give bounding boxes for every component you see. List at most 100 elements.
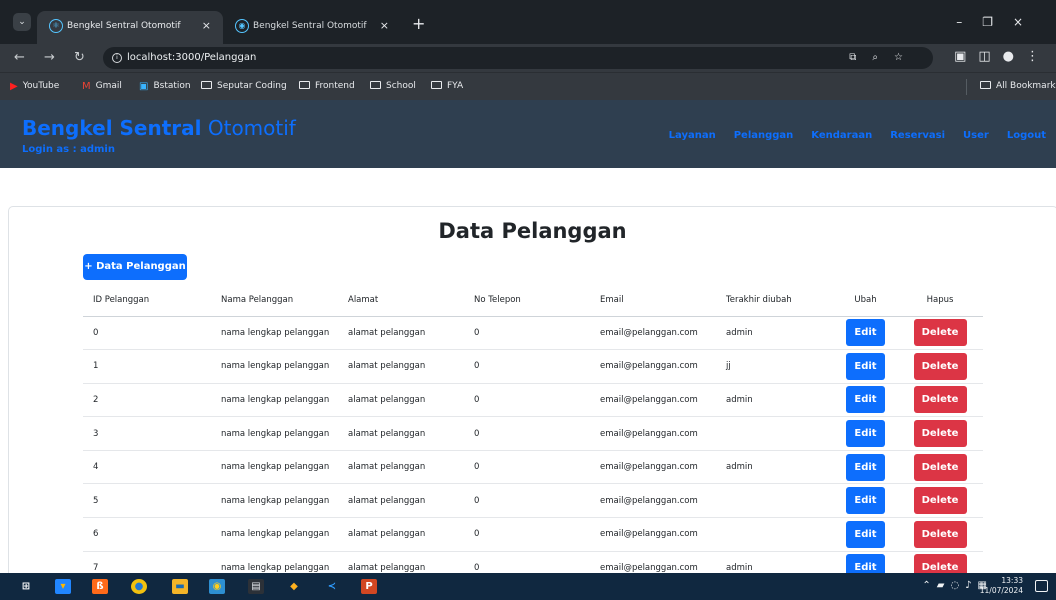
delete-button[interactable]: Delete	[913, 520, 967, 548]
bookmark-bstation[interactable]: ▣ Bstation	[139, 81, 191, 92]
windows-start-icon[interactable]: ⊞	[18, 579, 34, 594]
edit-cell: Edit	[834, 517, 897, 552]
header-email: Email	[590, 285, 716, 317]
site-info-icon[interactable]: i	[112, 53, 122, 63]
delete-cell: Delete	[897, 316, 983, 351]
vscode-icon[interactable]: ≺	[324, 579, 340, 594]
delete-cell: Delete	[897, 483, 983, 519]
customer-email: email@pelanggan.com	[590, 450, 716, 485]
edit-button[interactable]: Edit	[846, 352, 885, 380]
edit-cell: Edit	[834, 450, 897, 485]
chrome-active-icon[interactable]: ◉	[209, 579, 225, 594]
folder-icon	[201, 81, 212, 89]
table-row: 0 nama lengkap pelanggan alamat pelanggan 0…	[83, 316, 983, 351]
customer-name: nama lengkap pelanggan	[211, 349, 338, 384]
add-customer-button[interactable]: + Data Pelanggan	[83, 254, 187, 280]
browser-tab[interactable]: ◉ Bengkel Sentral Otomotif ×	[223, 11, 401, 44]
table-row: 7 nama lengkap pelanggan alamat pelanggan 0…	[83, 551, 983, 573]
git-icon[interactable]: ◆	[286, 579, 302, 594]
table-header-row: ID Pelanggan Nama Pelanggan Alamat No Te…	[83, 285, 983, 317]
url-text: localhost:3000/Pelanggan	[127, 52, 257, 63]
bookmark-frontend[interactable]: Frontend	[299, 81, 355, 91]
edit-cell: Edit	[834, 551, 897, 573]
bookmark-gmail[interactable]: M Gmail	[82, 81, 122, 92]
customer-table-wrapper: ID Pelanggan Nama Pelanggan Alamat No Te…	[83, 285, 983, 573]
clock[interactable]: 13:33 11/07/2024	[980, 576, 1023, 596]
edit-button[interactable]: Edit	[846, 319, 885, 347]
table-row: 6 nama lengkap pelanggan alamat pelanggan 0…	[83, 517, 983, 552]
close-tab-icon[interactable]: ×	[380, 19, 389, 32]
terminal-icon[interactable]: ▤	[248, 579, 264, 594]
nav-layanan[interactable]: Layanan	[669, 130, 716, 141]
delete-button[interactable]: Delete	[913, 319, 967, 347]
nav-kendaraan[interactable]: Kendaraan	[811, 130, 872, 141]
folder-icon	[299, 81, 310, 89]
reload-icon[interactable]: ↻	[74, 50, 85, 65]
customer-email: email@pelanggan.com	[590, 551, 716, 573]
customer-email: email@pelanggan.com	[590, 349, 716, 384]
customer-phone: 0	[464, 450, 590, 485]
customer-address: alamat pelanggan	[338, 483, 464, 519]
customer-name: nama lengkap pelanggan	[211, 483, 338, 519]
nav-user[interactable]: User	[963, 130, 989, 141]
address-bar-action-icons[interactable]: ⧉⌕☆	[849, 47, 919, 69]
bookmark-school[interactable]: School	[370, 81, 416, 91]
header-phone: No Telepon	[464, 285, 590, 317]
customer-id: 0	[83, 316, 211, 351]
nav-pelanggan[interactable]: Pelanggan	[734, 130, 794, 141]
header-delete: Hapus	[897, 285, 983, 317]
bookmark-youtube[interactable]: ▶ YouTube	[10, 81, 59, 92]
customer-phone: 0	[464, 551, 590, 573]
react-icon: ⚛	[49, 19, 63, 33]
edit-button[interactable]: Edit	[846, 453, 885, 481]
close-tab-icon[interactable]: ×	[202, 19, 211, 32]
all-bookmarks[interactable]: All Bookmarks	[980, 81, 1056, 91]
tab-search-icon[interactable]: ⌄	[13, 13, 31, 31]
customer-address: alamat pelanggan	[338, 383, 464, 418]
tab-title: Bengkel Sentral Otomotif	[67, 21, 181, 31]
customer-email: email@pelanggan.com	[590, 483, 716, 519]
table-row: 3 nama lengkap pelanggan alamat pelanggan 0…	[83, 416, 983, 451]
delete-cell: Delete	[897, 416, 983, 451]
edit-button[interactable]: Edit	[846, 520, 885, 548]
extension-icons[interactable]: ▣◫●⋮	[954, 49, 1051, 64]
file-app-icon[interactable]: ▾	[55, 579, 71, 594]
back-icon[interactable]: ←	[14, 50, 25, 65]
table-row: 1 nama lengkap pelanggan alamat pelanggan 0…	[83, 349, 983, 384]
last-modified: admin	[716, 316, 834, 351]
nav-reservasi[interactable]: Reservasi	[890, 130, 945, 141]
bookmark-fya[interactable]: FYA	[431, 81, 463, 91]
delete-cell: Delete	[897, 383, 983, 418]
customer-id: 7	[83, 551, 211, 573]
last-modified	[716, 517, 834, 552]
folder-icon	[431, 81, 442, 89]
powerpoint-icon[interactable]: P	[361, 579, 377, 594]
delete-button[interactable]: Delete	[913, 386, 967, 414]
notification-icon[interactable]	[1035, 580, 1048, 592]
browser-tab-active[interactable]: ⚛ Bengkel Sentral Otomotif ×	[37, 11, 223, 44]
file-explorer-icon[interactable]: ▬	[172, 579, 188, 594]
delete-cell: Delete	[897, 517, 983, 552]
brand-title: Bengkel Sentral Otomotif	[22, 116, 296, 140]
main-navigation: Layanan Pelanggan Kendaraan Reservasi Us…	[669, 130, 1046, 141]
delete-button[interactable]: Delete	[913, 554, 967, 573]
xampp-icon[interactable]: ß	[92, 579, 108, 594]
delete-button[interactable]: Delete	[913, 487, 967, 515]
address-bar[interactable]: i localhost:3000/Pelanggan ⧉⌕☆	[103, 47, 933, 69]
delete-button[interactable]: Delete	[913, 453, 967, 481]
new-tab-button[interactable]: +	[412, 14, 425, 33]
edit-button[interactable]: Edit	[846, 420, 885, 448]
nav-logout[interactable]: Logout	[1007, 130, 1046, 141]
window-controls[interactable]: –❐×	[956, 15, 1043, 29]
page: Bengkel Sentral Otomotif Login as : admi…	[0, 100, 1056, 573]
customer-address: alamat pelanggan	[338, 551, 464, 573]
chrome-icon[interactable]: ●	[131, 579, 147, 594]
app-header: Bengkel Sentral Otomotif Login as : admi…	[0, 100, 1056, 168]
edit-button[interactable]: Edit	[846, 487, 885, 515]
delete-button[interactable]: Delete	[913, 352, 967, 380]
edit-button[interactable]: Edit	[846, 386, 885, 414]
delete-button[interactable]: Delete	[913, 420, 967, 448]
bookmark-seputar-coding[interactable]: Seputar Coding	[201, 81, 287, 91]
edit-button[interactable]: Edit	[846, 554, 885, 573]
forward-icon[interactable]: →	[44, 50, 55, 65]
